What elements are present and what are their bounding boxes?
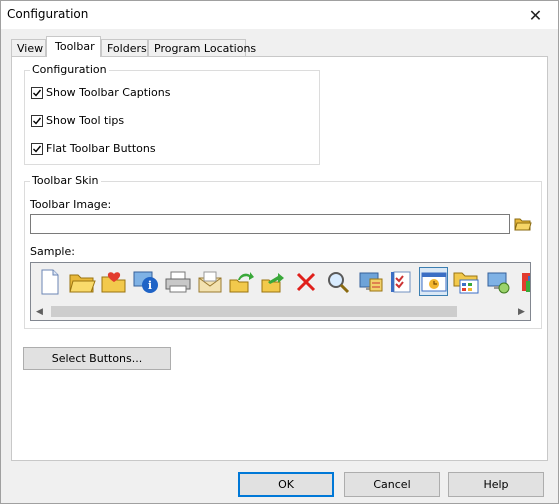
svg-text:i: i [147, 279, 151, 292]
scroll-right-icon[interactable]: ▶ [513, 303, 530, 320]
toolbar-tab-panel: Configuration Show Toolbar Captions Show… [11, 56, 548, 461]
checkmark-icon [33, 117, 42, 125]
checkbox-label: Show Toolbar Captions [46, 86, 171, 99]
settings-icon [387, 267, 416, 296]
checkbox-box [31, 86, 43, 99]
show-tool-tips-checkbox[interactable]: Show Tool tips [31, 114, 124, 127]
app-icon [515, 267, 530, 296]
checkbox-box [31, 142, 43, 155]
select-buttons-button[interactable]: Select Buttons... [23, 347, 171, 370]
browse-folder-icon[interactable] [513, 214, 533, 234]
configuration-group: Configuration Show Toolbar Captions Show… [24, 63, 320, 165]
checkbox-label: Show Tool tips [46, 114, 125, 127]
title-bar: Configuration ✕ [1, 1, 558, 29]
sample-label: Sample: [30, 245, 75, 258]
sample-icons: i [35, 267, 530, 297]
checkbox-label: Flat Toolbar Buttons [46, 142, 156, 155]
scrollbar-thumb[interactable] [51, 306, 457, 317]
checkbox-box [31, 114, 43, 127]
favorites-folder-icon [99, 267, 128, 296]
sample-toolbar-preview[interactable]: i ◀ ▶ [30, 262, 531, 321]
network-drive-icon [483, 267, 512, 296]
checkmark-icon [33, 145, 42, 153]
email-icon [195, 267, 224, 296]
copy-to-folder-icon [259, 267, 288, 296]
search-icon [323, 267, 352, 296]
checkmark-icon [33, 89, 42, 97]
configuration-dialog: Configuration ✕ View Toolbar Folders Pro… [0, 0, 559, 504]
configuration-group-title: Configuration [30, 63, 109, 76]
toolbar-image-input[interactable] [30, 214, 510, 234]
tab-view[interactable]: View [11, 39, 46, 56]
open-folder-icon [67, 267, 96, 296]
clock-options-icon [419, 267, 448, 296]
tab-program-locations[interactable]: Program Locations [148, 39, 256, 56]
flat-toolbar-buttons-checkbox[interactable]: Flat Toolbar Buttons [31, 142, 156, 155]
toolbar-image-label: Toolbar Image: [30, 198, 112, 211]
new-file-icon [35, 267, 64, 296]
close-icon[interactable]: ✕ [513, 1, 558, 29]
print-icon [163, 267, 192, 296]
toolbar-skin-group: Toolbar Skin Toolbar Image: Sample: i ◀ … [24, 174, 542, 329]
window-title: Configuration [7, 7, 89, 21]
cancel-button[interactable]: Cancel [344, 472, 440, 497]
toolbar-skin-group-title: Toolbar Skin [30, 174, 101, 187]
scroll-left-icon[interactable]: ◀ [31, 303, 48, 320]
folder-view-icon [451, 267, 480, 296]
tab-folders[interactable]: Folders [101, 39, 148, 56]
move-to-folder-icon [227, 267, 256, 296]
ok-button[interactable]: OK [238, 472, 334, 497]
properties-icon: i [131, 267, 160, 296]
desktop-icon [355, 267, 384, 296]
sample-horizontal-scrollbar[interactable]: ◀ ▶ [31, 303, 530, 320]
delete-icon [291, 267, 320, 296]
show-toolbar-captions-checkbox[interactable]: Show Toolbar Captions [31, 86, 171, 99]
help-button[interactable]: Help [448, 472, 544, 497]
tab-toolbar[interactable]: Toolbar [46, 36, 101, 57]
